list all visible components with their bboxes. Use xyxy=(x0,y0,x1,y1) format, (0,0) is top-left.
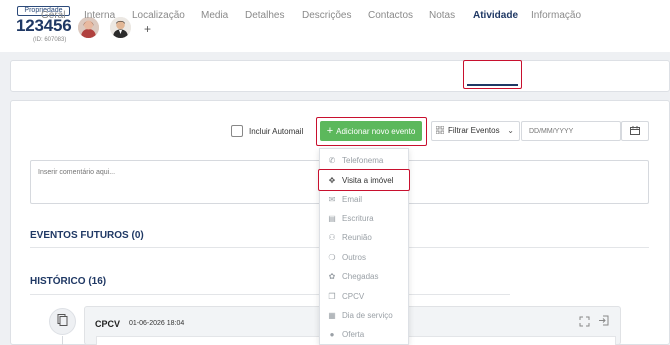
menu-item-escritura[interactable]: ▤ Escritura xyxy=(327,214,374,223)
menu-item-label: Oferta xyxy=(342,330,365,339)
contract-icon xyxy=(49,308,76,335)
menu-item-dia-de-servico[interactable]: ▦ Dia de serviço xyxy=(327,311,393,320)
calendar-button[interactable] xyxy=(621,121,649,141)
chevron-down-icon: ⌄ xyxy=(507,126,514,135)
property-id: (ID: 607083) xyxy=(33,37,67,43)
calendar-icon: ▦ xyxy=(328,311,336,320)
event-type: CPCV xyxy=(95,319,121,329)
tab-notas[interactable]: Notas xyxy=(429,10,455,21)
property-header xyxy=(0,0,670,52)
map-pin-icon: ✥ xyxy=(328,176,336,185)
menu-item-label: Dia de serviço xyxy=(342,311,393,320)
menu-item-oferta[interactable]: ● Oferta xyxy=(327,330,365,339)
tabs-bar xyxy=(10,60,670,92)
plus-icon: + xyxy=(326,125,334,137)
menu-item-outros[interactable]: ❍ Outros xyxy=(327,253,366,262)
menu-item-label: Telefonema xyxy=(342,156,384,165)
menu-item-label: Outros xyxy=(342,253,367,262)
expand-icon[interactable] xyxy=(579,316,590,330)
menu-item-email[interactable]: ✉ Email xyxy=(327,195,362,204)
menu-item-label: Escritura xyxy=(342,214,374,223)
filter-grid-icon xyxy=(435,122,445,140)
tab-active-underline xyxy=(467,84,518,86)
history-title: HISTÓRICO (16) xyxy=(30,276,107,287)
tab-descricoes[interactable]: Descrições xyxy=(302,10,351,21)
handshake-icon: ✿ xyxy=(328,272,336,281)
tab-contactos[interactable]: Contactos xyxy=(368,10,413,21)
add-event-button[interactable]: + Adicionar novo evento xyxy=(320,121,422,141)
tab-media[interactable]: Media xyxy=(201,10,228,21)
menu-item-label: Reunião xyxy=(342,233,372,242)
people-icon: ⚇ xyxy=(328,233,336,242)
paperclip-icon: ❍ xyxy=(328,253,336,262)
menu-item-cpcv[interactable]: ❐ CPCV xyxy=(327,292,364,301)
timeline-connector xyxy=(62,336,63,345)
open-detail-icon[interactable] xyxy=(598,315,609,329)
calendar-icon xyxy=(630,126,640,136)
menu-item-label: Chegadas xyxy=(342,272,379,281)
future-events-title: EVENTOS FUTUROS (0) xyxy=(30,230,144,241)
tab-localizacao[interactable]: Localização xyxy=(132,10,185,21)
contract-icon: ❐ xyxy=(328,292,336,301)
tab-detalhes[interactable]: Detalhes xyxy=(245,10,284,21)
tab-geral[interactable]: Geral xyxy=(41,10,65,21)
add-agent-button[interactable]: + xyxy=(144,22,151,36)
automail-checkbox[interactable] xyxy=(231,125,243,137)
menu-item-chegadas[interactable]: ✿ Chegadas xyxy=(327,272,379,281)
event-date: 01-06-2026 18:04 xyxy=(129,320,185,327)
menu-item-visita-a-imovel[interactable]: ✥ Visita a imóvel xyxy=(327,176,394,185)
offer-icon: ● xyxy=(329,330,335,339)
add-event-label: Adicionar novo evento xyxy=(336,127,416,136)
date-input[interactable] xyxy=(521,121,621,141)
filter-events-dropdown[interactable]: Filtrar Eventos ⌄ xyxy=(431,121,520,141)
tab-atividade[interactable]: Atividade xyxy=(473,10,518,21)
filter-events-label: Filtrar Eventos xyxy=(448,126,500,135)
menu-item-label: CPCV xyxy=(342,292,365,301)
menu-item-label: Visita a imóvel xyxy=(342,176,394,185)
email-icon: ✉ xyxy=(328,195,336,204)
document-icon: ▤ xyxy=(328,214,336,223)
tab-informacao[interactable]: Informação xyxy=(531,10,581,21)
divider xyxy=(30,294,510,295)
menu-item-label: Email xyxy=(342,195,363,204)
tab-interna[interactable]: Interna xyxy=(84,10,115,21)
automail-label: Incluir Automail xyxy=(249,127,304,136)
menu-item-telefonema[interactable]: ✆ Telefonema xyxy=(327,156,384,165)
phone-icon: ✆ xyxy=(328,156,336,165)
menu-item-reuniao[interactable]: ⚇ Reunião xyxy=(327,233,372,242)
